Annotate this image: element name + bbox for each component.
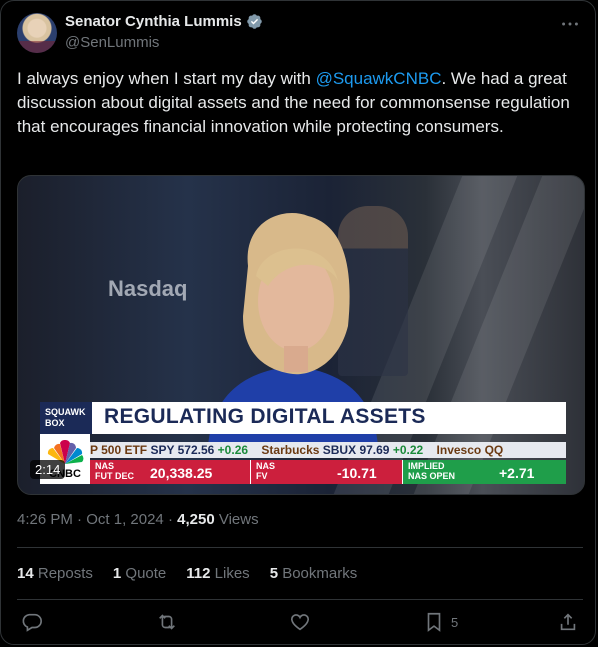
market-cell-fair-value: NAS FV -10.71 [250,460,402,484]
tweet-text: I always enjoy when I start my day with … [17,67,583,139]
divider [17,547,583,548]
video-headline: REGULATING DIGITAL ASSETS [104,405,426,428]
quotes-stat[interactable]: 1 Quote [113,565,166,582]
show-label: SQUAWK BOX [40,402,92,434]
bookmark-icon [427,612,441,632]
tweet-date[interactable]: Oct 1, 2024 [86,511,164,528]
repost-icon [159,614,175,630]
video-duration: 2:14 [30,460,66,479]
meta-separator: · [167,511,173,528]
verified-badge-icon [246,14,262,29]
share-icon [560,613,576,631]
stock-ticker: P 500 ETF SPY 572.56 +0.26 Starbucks SBU… [90,442,566,458]
author-name-row: Senator Cynthia Lummis [65,13,263,30]
views-label: Views [218,511,259,528]
market-value: +2.71 [499,465,535,481]
reply-button[interactable] [21,611,43,633]
lower-third-banner: SQUAWK BOX REGULATING DIGITAL ASSETS [40,402,566,434]
bookmark-count: 5 [451,614,459,630]
market-value: 20,338.25 [150,465,213,481]
tweet-card: Senator Cynthia Lummis @SenLummis I alwa… [0,0,596,645]
engagement-stats: 14 Reposts 1 Quote 112 Likes 5 Bookmarks [17,565,357,582]
video-player[interactable]: Nasdaq SQUAWK BOX REGULATING DIGITAL ASS… [17,175,585,495]
meta-separator: · [77,511,83,528]
repost-button[interactable] [156,611,178,633]
ticker-item: Starbucks SBUX 97.69 +0.22 [261,443,424,457]
market-strip: NAS FUT DEC 20,338.25 NAS FV -10.71 IMPLIE… [90,460,566,484]
heart-icon [290,614,310,631]
like-button[interactable] [289,611,311,633]
tweet-text-start: I always enjoy when I start my day with [17,69,316,88]
reposts-stat[interactable]: 14 Reposts [17,565,93,582]
ticker-item: Invesco QQ [436,443,504,457]
bookmark-button[interactable]: 5 [423,611,458,633]
views-count: 4,250 [177,511,215,528]
market-cell-futures: NAS FUT DEC 20,338.25 [90,460,250,484]
mention-link[interactable]: @SquawkCNBC [316,69,442,88]
author-name[interactable]: Senator Cynthia Lummis [65,13,242,30]
market-cell-implied-open: IMPLIED NAS OPEN +2.71 [402,460,566,484]
author-handle[interactable]: @SenLummis [65,34,159,51]
tweet-time[interactable]: 4:26 PM [17,511,73,528]
ticker-item: P 500 ETF SPY 572.56 +0.26 [90,443,249,457]
tweet-meta: 4:26 PM · Oct 1, 2024 · 4,250 Views [17,511,259,528]
share-button[interactable] [557,611,579,633]
likes-stat[interactable]: 112 Likes [186,565,249,582]
author-avatar[interactable] [17,13,57,53]
bookmarks-stat[interactable]: 5 Bookmarks [270,565,358,582]
market-value: -10.71 [337,465,377,481]
nasdaq-sign: Nasdaq [108,276,188,301]
divider [17,599,583,600]
more-options-icon[interactable] [559,13,581,35]
action-bar: 5 [1,605,597,641]
reply-icon [22,613,42,632]
